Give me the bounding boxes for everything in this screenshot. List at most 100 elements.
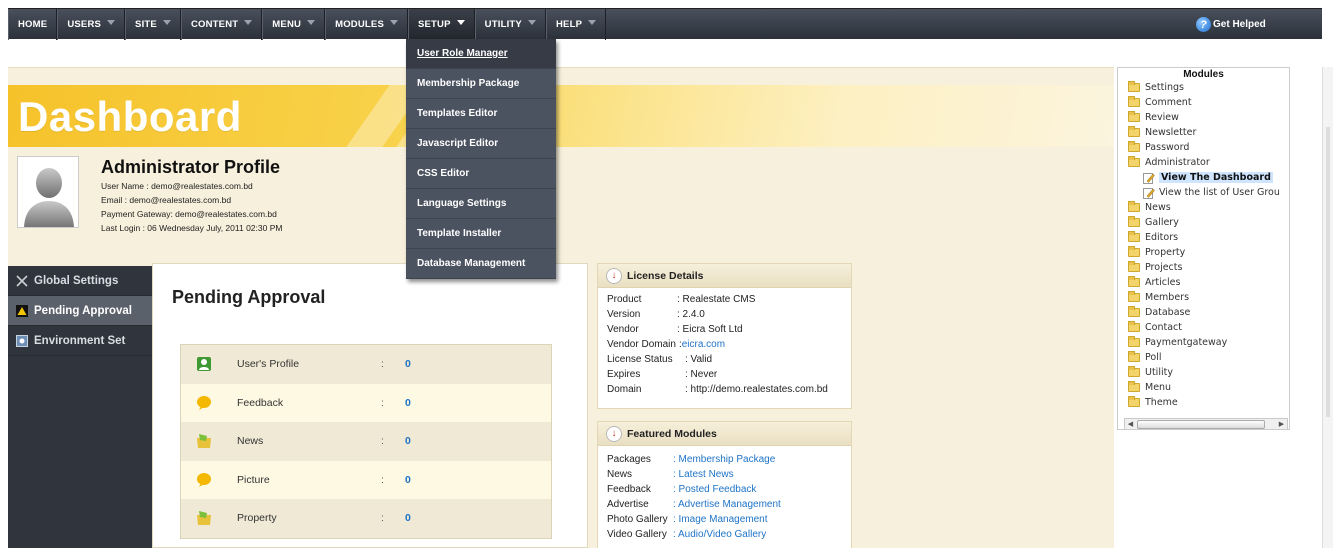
- kv-key: Feedback: [607, 484, 651, 495]
- tree-item[interactable]: Gallery: [1118, 215, 1289, 230]
- featured-modules-header: ↓ Featured Modules: [598, 422, 851, 446]
- tree-item[interactable]: View the list of User Grou: [1118, 185, 1289, 200]
- folder-icon: [1128, 261, 1140, 272]
- tree-item-label: Administrator: [1145, 157, 1210, 168]
- kv-key: News: [607, 469, 633, 480]
- tree-item[interactable]: Newsletter: [1118, 125, 1289, 140]
- modules-tree-panel: Modules Settings Comment Review Newsletter P…: [1117, 67, 1290, 430]
- tree-item[interactable]: Paymentgateway: [1118, 335, 1289, 350]
- row-count[interactable]: 0: [405, 512, 411, 524]
- row-label: Feedback: [237, 396, 284, 409]
- tree-item[interactable]: Review: [1118, 110, 1289, 125]
- nav-item-label: MODULES: [335, 19, 384, 30]
- tree-item-label: News: [1145, 202, 1171, 213]
- kv-key: Version: [607, 309, 641, 320]
- nav-item-site[interactable]: SITE: [125, 9, 181, 40]
- tree-item[interactable]: Password: [1118, 140, 1289, 155]
- tree-item[interactable]: Editors: [1118, 230, 1289, 245]
- featured-link[interactable]: : Membership Package: [673, 454, 775, 465]
- featured-link[interactable]: : Image Management: [673, 514, 768, 525]
- menu-item-templates-editor[interactable]: Templates Editor: [406, 99, 556, 129]
- avatar: [17, 156, 79, 228]
- nav-item-modules[interactable]: MODULES: [325, 9, 408, 40]
- side-item-global-settings[interactable]: Global Settings: [8, 266, 152, 296]
- tree-item[interactable]: View The Dashboard: [1118, 170, 1289, 185]
- tree-item-label: Password: [1145, 142, 1190, 153]
- featured-link[interactable]: : Advertise Management: [673, 499, 781, 510]
- tree-item[interactable]: Articles: [1118, 275, 1289, 290]
- folder-icon: [1128, 336, 1140, 347]
- menu-item-user-role-manager[interactable]: User Role Manager: [406, 39, 556, 69]
- tree-item[interactable]: News: [1118, 200, 1289, 215]
- settings-side-menu: Global Settings Pending Approval Environ…: [8, 266, 162, 548]
- row-count[interactable]: 0: [405, 435, 411, 447]
- tree-item[interactable]: Members: [1118, 290, 1289, 305]
- tree-item[interactable]: Menu: [1118, 380, 1289, 395]
- nav-item-content[interactable]: CONTENT: [180, 9, 263, 40]
- setup-dropdown-menu: User Role Manager Membership Package Templ…: [406, 39, 556, 279]
- page-scrollbar[interactable]: [1322, 67, 1333, 548]
- menu-item-template-installer[interactable]: Template Installer: [406, 219, 556, 249]
- license-details-panel: ↓ License Details Product: Realestate CM…: [597, 263, 852, 409]
- download-icon: ↓: [606, 267, 622, 284]
- tree-item-label: Comment: [1145, 97, 1192, 108]
- menu-item-css-editor[interactable]: CSS Editor: [406, 159, 556, 189]
- side-item-environment-set[interactable]: Environment Set: [8, 326, 152, 356]
- table-row[interactable]: Picture : 0: [181, 460, 551, 499]
- menu-item-javascript-editor[interactable]: Javascript Editor: [406, 129, 556, 159]
- tree-item[interactable]: Property: [1118, 245, 1289, 260]
- kv-value: : Valid: [685, 354, 713, 365]
- scrollbar-thumb[interactable]: [1137, 420, 1265, 429]
- scroll-left-icon[interactable]: ◀: [1125, 419, 1136, 429]
- kv-value: : 2.4.0: [677, 309, 705, 320]
- tree-item-label: Property: [1145, 247, 1186, 258]
- kv-key: License Status: [607, 354, 673, 365]
- side-item-pending-approval[interactable]: Pending Approval: [8, 296, 162, 326]
- nav-item-help[interactable]: HELP: [545, 9, 607, 40]
- environment-icon: [16, 334, 28, 347]
- tree-item[interactable]: Poll: [1118, 350, 1289, 365]
- table-row[interactable]: Feedback : 0: [181, 383, 551, 422]
- tree-item-label: Theme: [1145, 397, 1178, 408]
- menu-item-membership-package[interactable]: Membership Package: [406, 69, 556, 99]
- nav-item-home[interactable]: HOME: [8, 9, 58, 40]
- featured-link[interactable]: : Audio/Video Gallery: [673, 529, 766, 540]
- tree-item[interactable]: Utility: [1118, 365, 1289, 380]
- folder-icon: [1128, 366, 1140, 377]
- row-count[interactable]: 0: [405, 397, 411, 409]
- feedback-icon: [197, 395, 211, 410]
- row-label: News: [237, 435, 264, 448]
- tree-item[interactable]: Database: [1118, 305, 1289, 320]
- row-count[interactable]: 0: [405, 474, 411, 486]
- scroll-right-icon[interactable]: ▶: [1276, 419, 1287, 429]
- tree-item[interactable]: Settings: [1118, 80, 1289, 95]
- nav-item-menu[interactable]: MENU: [262, 9, 326, 40]
- horizontal-scrollbar[interactable]: ◀ ▶: [1124, 418, 1288, 429]
- row-label: Picture: [237, 473, 270, 486]
- nav-item-utility[interactable]: UTILITY: [474, 9, 546, 40]
- folder-icon: [1128, 396, 1140, 407]
- table-row[interactable]: News : 0: [181, 422, 551, 461]
- nav-item-label: USERS: [67, 19, 102, 30]
- featured-link[interactable]: : Posted Feedback: [673, 484, 756, 495]
- row-count[interactable]: 0: [405, 358, 411, 370]
- profile-username: User Name : demo@realestates.com.bd: [101, 181, 253, 191]
- vendor-domain-link[interactable]: eicra.com: [682, 339, 725, 350]
- featured-link[interactable]: : Latest News: [673, 469, 734, 480]
- row-colon: :: [381, 358, 384, 371]
- folder-icon: [1128, 126, 1140, 137]
- nav-item-users[interactable]: USERS: [57, 9, 126, 40]
- tree-item[interactable]: Comment: [1118, 95, 1289, 110]
- caret-down-icon: [389, 20, 398, 25]
- table-row[interactable]: User's Profile : 0: [181, 345, 551, 384]
- get-helped-link[interactable]: ? Get Helped: [1196, 9, 1266, 40]
- tree-item[interactable]: Administrator: [1118, 155, 1289, 170]
- table-row[interactable]: Property : 0: [181, 499, 551, 538]
- tree-item[interactable]: Projects: [1118, 260, 1289, 275]
- menu-item-language-settings[interactable]: Language Settings: [406, 189, 556, 219]
- kv-key: Product: [607, 294, 642, 305]
- tree-item[interactable]: Theme: [1118, 395, 1289, 410]
- menu-item-database-management[interactable]: Database Management: [406, 249, 556, 279]
- nav-item-setup[interactable]: SETUP: [407, 9, 475, 40]
- tree-item[interactable]: Contact: [1118, 320, 1289, 335]
